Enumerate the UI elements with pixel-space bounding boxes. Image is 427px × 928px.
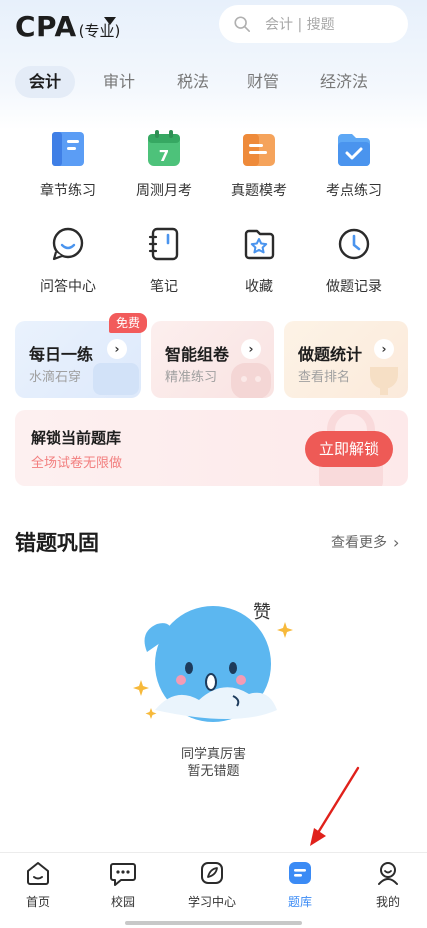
unlock-banner: 解锁当前题库 全场试卷无限做 立即解锁: [15, 410, 408, 486]
nav-question-bank[interactable]: 题库: [262, 859, 338, 910]
nav-label: 校园: [110, 895, 135, 909]
grid-item-chapter-practice[interactable]: 章节练习: [15, 126, 121, 200]
card-title: 智能组卷: [165, 345, 230, 364]
grid-label: 真题模考: [231, 183, 287, 199]
unlock-now-button[interactable]: 立即解锁: [305, 431, 393, 467]
campus-icon: [110, 863, 136, 886]
nav-label: 我的: [375, 895, 400, 909]
grid-item-practice-history[interactable]: 做题记录: [301, 222, 407, 296]
grid-label: 笔记: [150, 279, 178, 295]
nav-label: 学习中心: [187, 895, 236, 909]
section-title-wrong-questions: 错题巩固: [15, 531, 99, 555]
card-practice-stats[interactable]: 做题统计 查看排名 ›: [284, 321, 408, 398]
grid-item-notes[interactable]: 笔记: [111, 222, 217, 296]
calendar-number: 7: [159, 147, 169, 165]
view-more-label: 查看更多: [331, 535, 387, 551]
search-bar[interactable]: 会计 | 搜题: [219, 5, 408, 43]
view-more-link[interactable]: 查看更多 ›: [331, 532, 399, 552]
grid-label: 考点练习: [326, 183, 382, 199]
study-icon: [201, 862, 223, 884]
trophy-decoration-icon: [370, 367, 398, 395]
grid-item-favorites[interactable]: 收藏: [206, 222, 312, 296]
brand-title: CPA: [15, 10, 77, 43]
star-icon: [244, 229, 275, 260]
card-title: 每日一练: [29, 345, 94, 364]
chevron-right-icon: ›: [374, 339, 394, 359]
tab-tax[interactable]: 税法: [163, 66, 223, 98]
caret-down-icon[interactable]: [104, 17, 116, 25]
card-subtitle: 水滴石穿: [29, 370, 82, 385]
nav-study-center[interactable]: 学习中心: [174, 859, 250, 910]
grid-item-weekly-monthly-test[interactable]: 7 周测月考: [111, 126, 217, 200]
nav-home[interactable]: 首页: [0, 859, 76, 910]
tab-economic-law[interactable]: 经济法: [309, 66, 379, 98]
grid-label: 章节练习: [40, 183, 96, 199]
tab-audit[interactable]: 审计: [89, 66, 149, 98]
bottom-navigation: 首页 校园 学习中心 题库 我的: [0, 852, 427, 928]
check-folder-icon: [338, 134, 370, 166]
grid-label: 问答中心: [40, 279, 96, 295]
search-placeholder: 会计 | 搜题: [265, 17, 335, 33]
grid-item-key-points[interactable]: 考点练习: [301, 126, 407, 200]
chevron-right-icon: ›: [393, 532, 400, 552]
nav-label: 题库: [287, 895, 312, 909]
nav-label: 首页: [25, 895, 50, 909]
unlock-subtitle: 全场试卷无限做: [31, 456, 123, 471]
home-indicator[interactable]: [125, 921, 302, 925]
grid-item-qa-center[interactable]: 问答中心: [15, 222, 121, 296]
exam-selector[interactable]: CPA (专业): [15, 10, 120, 43]
profile-icon: [378, 862, 398, 885]
unlock-title: 解锁当前题库: [31, 429, 122, 447]
chat-icon: [52, 227, 84, 261]
nav-campus[interactable]: 校园: [85, 859, 161, 910]
book-icon: [52, 132, 84, 166]
tab-finance[interactable]: 财管: [233, 66, 293, 98]
tab-accounting[interactable]: 会计: [15, 66, 75, 98]
home-icon: [27, 862, 49, 885]
free-badge: 免费: [109, 313, 147, 333]
notebook-icon: [148, 227, 179, 261]
card-subtitle: 精准练习: [165, 370, 218, 385]
nav-profile[interactable]: 我的: [350, 859, 426, 910]
subject-tabs: 会计 审计 税法 财管 经济法: [15, 66, 415, 98]
card-smart-paper[interactable]: 智能组卷 精准练习 ›: [151, 321, 274, 398]
header: CPA (专业) 会计 | 搜题: [0, 0, 427, 56]
card-title: 做题统计: [298, 345, 363, 364]
chevron-right-icon: ›: [107, 339, 127, 359]
grid-label: 做题记录: [326, 279, 382, 295]
grid-label: 收藏: [245, 279, 273, 295]
chevron-right-icon: ›: [241, 339, 261, 359]
search-icon: [234, 16, 251, 33]
calendar-icon: 7: [148, 130, 180, 166]
annotation-arrow-icon: [310, 766, 360, 846]
praise-text: 赞: [253, 602, 271, 623]
clock-icon: [338, 228, 370, 260]
exam-folder-icon: [243, 134, 275, 166]
card-subtitle: 查看排名: [298, 370, 351, 385]
empty-state-illustration: 赞: [133, 602, 293, 722]
question-bank-icon: [289, 862, 311, 884]
chat-bubble-decoration-icon: [93, 363, 139, 395]
grid-item-past-exams[interactable]: 真题模考: [206, 126, 312, 200]
grid-label: 周测月考: [136, 183, 192, 199]
